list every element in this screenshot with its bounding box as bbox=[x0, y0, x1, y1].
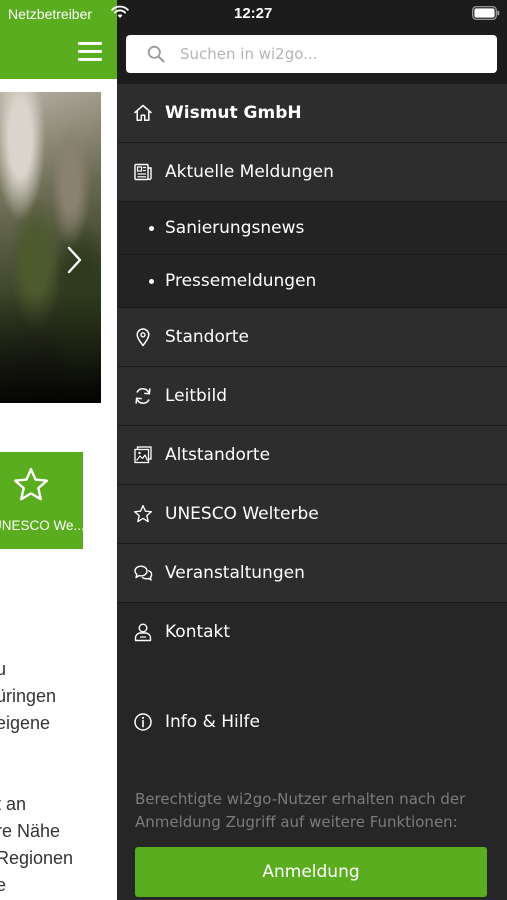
person-icon bbox=[134, 623, 152, 642]
bullet-icon bbox=[149, 226, 154, 231]
info-icon bbox=[134, 713, 152, 731]
body-text-line: üringen bbox=[0, 686, 57, 706]
body-text-line: u bbox=[0, 659, 7, 679]
menu-item-wismut-gmbh[interactable]: Wismut GmbH bbox=[117, 84, 507, 143]
wifi-icon bbox=[111, 5, 129, 18]
carrier-name: Netzbetreiber bbox=[8, 6, 93, 22]
battery-icon bbox=[472, 6, 500, 20]
clock: 12:27 bbox=[234, 5, 273, 22]
menu-item-leitbild[interactable]: Leitbild bbox=[117, 367, 507, 426]
menu-item-label: UNESCO Welterbe bbox=[165, 504, 319, 524]
news-icon bbox=[134, 163, 152, 181]
star-icon bbox=[134, 505, 152, 523]
menu-item-label: Standorte bbox=[165, 327, 249, 347]
background-page: ald UNESCO We... u üringen eigene t an r… bbox=[0, 0, 117, 900]
menu-item-info-hilfe[interactable]: Info & Hilfe bbox=[117, 700, 507, 748]
chevron-right-icon[interactable] bbox=[66, 246, 82, 274]
menu-item-kontakt[interactable]: Kontakt bbox=[117, 603, 507, 662]
menu-item-pressemeldungen[interactable]: Pressemeldungen bbox=[117, 255, 507, 308]
search-bar[interactable] bbox=[126, 35, 497, 73]
image-icon bbox=[134, 446, 152, 464]
search-input[interactable] bbox=[180, 35, 480, 73]
menu-item-label: Altstandorte bbox=[165, 445, 271, 465]
menu-item-label: Sanierungsnews bbox=[165, 218, 305, 238]
body-text-line: re Nähe bbox=[0, 821, 61, 841]
menu-item-label: Leitbild bbox=[165, 386, 228, 406]
chat-bubbles-icon bbox=[134, 565, 153, 581]
bullet-icon bbox=[149, 279, 154, 284]
menu-item-label: Aktuelle Meldungen bbox=[165, 162, 334, 182]
menu-item-label: Kontakt bbox=[165, 622, 231, 642]
hamburger-menu-icon[interactable] bbox=[78, 42, 102, 61]
navigation-drawer: Wismut GmbH Aktuelle Meldungen Sanierung… bbox=[117, 0, 507, 900]
location-pin-icon bbox=[136, 328, 150, 347]
menu-item-unesco-welterbe[interactable]: UNESCO Welterbe bbox=[117, 485, 507, 544]
menu-item-aktuelle-meldungen[interactable]: Aktuelle Meldungen bbox=[117, 143, 507, 202]
menu-item-label: Veranstaltungen bbox=[165, 563, 305, 583]
drawer-menu: Wismut GmbH Aktuelle Meldungen Sanierung… bbox=[117, 84, 507, 662]
login-button[interactable]: Anmeldung bbox=[135, 847, 487, 897]
login-hint-text: Berechtigte wi2go-Nutzer erhalten nach d… bbox=[135, 790, 466, 831]
menu-item-sanierungsnews[interactable]: Sanierungsnews bbox=[117, 202, 507, 255]
refresh-icon bbox=[135, 388, 151, 404]
body-text-line: Regionen bbox=[0, 848, 74, 868]
menu-item-altstandorte[interactable]: Altstandorte bbox=[117, 426, 507, 485]
menu-item-standorte[interactable]: Standorte bbox=[117, 308, 507, 367]
body-text-line: eigene bbox=[0, 713, 51, 733]
menu-item-label: Wismut GmbH bbox=[165, 103, 302, 123]
unesco-tile[interactable]: UNESCO We... bbox=[0, 452, 85, 549]
menu-item-veranstaltungen[interactable]: Veranstaltungen bbox=[117, 544, 507, 603]
home-icon bbox=[134, 104, 152, 122]
info-label: Info & Hilfe bbox=[165, 712, 260, 732]
menu-item-label: Pressemeldungen bbox=[165, 271, 317, 291]
body-text-line: t an bbox=[0, 794, 27, 814]
body-text-line: e bbox=[0, 875, 7, 895]
star-icon bbox=[13, 467, 49, 501]
hero-image[interactable]: ald bbox=[0, 92, 101, 403]
search-icon bbox=[147, 45, 165, 63]
tile-label: UNESCO We... bbox=[0, 518, 85, 533]
status-bar: Netzbetreiber 12:27 bbox=[0, 0, 507, 27]
